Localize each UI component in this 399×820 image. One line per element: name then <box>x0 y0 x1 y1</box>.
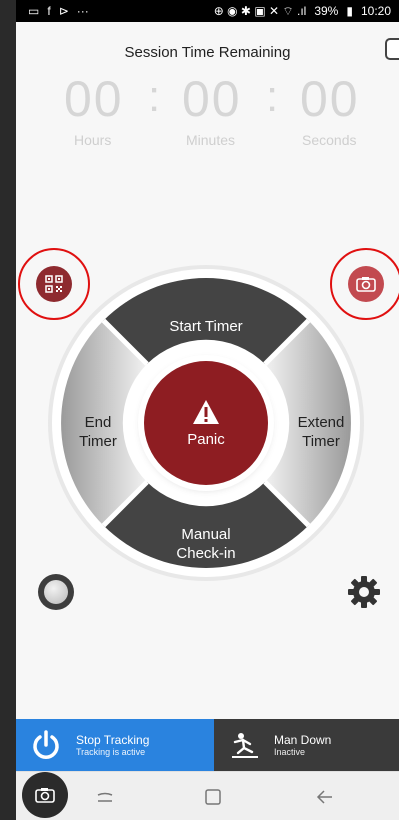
manual-checkin-label-line1: Manual <box>181 526 231 543</box>
app-screen: ▭ f ⊳ ··· ⊕ ◉ ✱ ▣ ✕ ⌔ .ıl 39% ▮ 10:20 Se… <box>16 0 399 820</box>
man-down-title: Man Down <box>274 732 332 747</box>
status-bar: ▭ f ⊳ ··· ⊕ ◉ ✱ ▣ ✕ ⌔ .ıl 39% ▮ 10:20 <box>16 0 399 22</box>
home-icon[interactable] <box>202 786 224 808</box>
seconds-label: Seconds <box>302 132 357 148</box>
stop-tracking-button[interactable]: Stop Tracking Tracking is active <box>16 719 214 771</box>
man-down-text: Man Down Inactive <box>274 733 331 758</box>
panic-label: Panic <box>187 430 225 448</box>
stop-tracking-title: Stop Tracking <box>76 732 150 747</box>
power-icon <box>33 730 59 759</box>
colon-separator: : <box>266 72 279 121</box>
man-down-subtitle: Inactive <box>274 746 306 757</box>
colon-separator: : <box>148 72 161 121</box>
corner-menu-button[interactable] <box>385 38 399 60</box>
action-bar: Stop Tracking Tracking is active Man Dow… <box>16 719 399 771</box>
status-right-icons: ⊕ ◉ ✱ ▣ ✕ ⌔ .ıl 39% ▮ 10:20 <box>214 4 391 19</box>
control-wheel: Start Timer End Timer Extend Timer Manua… <box>46 263 366 583</box>
cast-icon: ▭ <box>28 4 40 18</box>
gear-icon[interactable] <box>346 574 382 610</box>
floating-camera-button[interactable] <box>22 772 68 818</box>
back-icon[interactable] <box>314 786 336 808</box>
end-timer-button[interactable]: End Timer <box>68 413 128 451</box>
end-timer-label-line1: End <box>84 414 112 431</box>
stop-tracking-text: Stop Tracking Tracking is active <box>76 733 149 758</box>
extend-timer-label-line2: Timer <box>302 433 340 450</box>
start-timer-button[interactable]: Start Timer <box>156 317 256 336</box>
media-icon: ⊳ <box>58 4 69 18</box>
facebook-icon: f <box>47 4 51 18</box>
minutes-value: 00 <box>182 71 242 127</box>
minutes-label: Minutes <box>186 132 236 148</box>
battery-icon: ▮ <box>346 4 353 18</box>
more-icon: ··· <box>76 4 89 18</box>
fall-icon <box>232 733 258 758</box>
start-timer-label: Start Timer <box>169 318 243 335</box>
warning-icon <box>193 399 219 424</box>
toggle-icon <box>44 580 68 604</box>
hours-value: 00 <box>64 71 124 127</box>
panic-button[interactable]: Panic <box>144 361 268 485</box>
signal-icons: ⊕ ◉ ✱ ▣ ✕ ⌔ .ıl <box>213 3 307 18</box>
stop-tracking-subtitle: Tracking is active <box>76 746 146 757</box>
clock: 10:20 <box>360 4 391 18</box>
system-nav-bar <box>16 771 399 820</box>
hours-label: Hours <box>74 132 112 148</box>
seconds-value: 00 <box>300 71 360 127</box>
status-left-icons: ▭ f ⊳ ··· <box>28 4 89 18</box>
manual-checkin-button[interactable]: Manual Check-in <box>161 525 251 563</box>
man-down-button[interactable]: Man Down Inactive <box>214 719 399 771</box>
session-title: Session Time Remaining <box>124 44 291 61</box>
manual-checkin-label-line2: Check-in <box>176 545 236 562</box>
extend-timer-button[interactable]: Extend Timer <box>286 413 356 451</box>
toggle-button[interactable] <box>38 574 74 610</box>
extend-timer-label-line1: Extend <box>297 414 345 431</box>
recent-apps-icon[interactable] <box>94 786 116 808</box>
camera-icon <box>35 788 55 803</box>
end-timer-label-line2: Timer <box>79 433 117 450</box>
battery-percent: 39% <box>314 4 339 18</box>
